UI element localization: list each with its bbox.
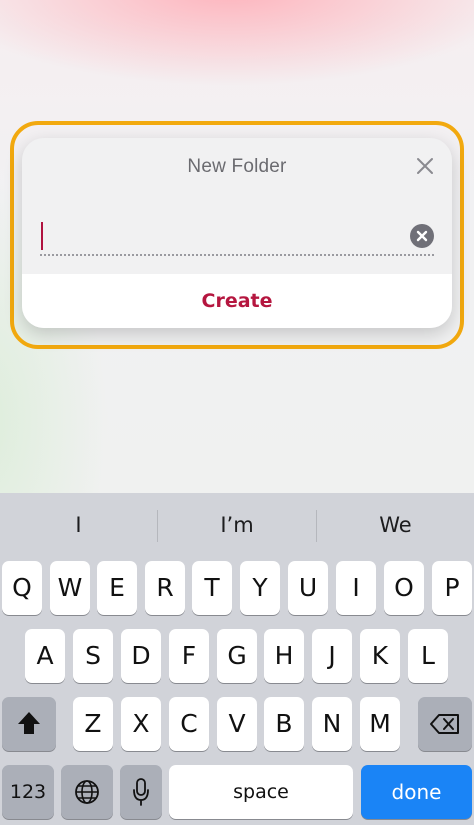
suggestion-1[interactable]: I [0,505,157,545]
key-w[interactable]: W [50,561,90,615]
key-f[interactable]: F [169,629,209,683]
key-d[interactable]: D [121,629,161,683]
backspace-key[interactable] [418,697,472,751]
key-u[interactable]: U [288,561,328,615]
backspace-icon [430,714,459,734]
key-h[interactable]: H [264,629,304,683]
folder-name-input[interactable] [40,218,434,256]
shift-key[interactable] [2,697,56,751]
key-o[interactable]: O [384,561,424,615]
key-k[interactable]: K [360,629,400,683]
key-t[interactable]: T [192,561,232,615]
create-button[interactable]: Create [22,274,452,328]
key-g[interactable]: G [217,629,257,683]
key-z[interactable]: Z [73,697,113,751]
key-s[interactable]: S [73,629,113,683]
dictation-key[interactable] [120,765,162,819]
microphone-icon [133,778,149,806]
key-l[interactable]: L [408,629,448,683]
new-folder-dialog: New Folder Create [22,138,452,328]
text-caret [41,222,43,250]
globe-key[interactable] [61,765,113,819]
key-b[interactable]: B [264,697,304,751]
key-m[interactable]: M [360,697,400,751]
numbers-key[interactable]: 123 [2,765,54,819]
globe-icon [75,780,99,804]
key-y[interactable]: Y [240,561,280,615]
suggestion-2[interactable]: I’m [158,505,316,545]
dialog-title: New Folder [187,156,287,177]
clear-text-icon [416,230,428,242]
done-key[interactable]: done [361,765,472,819]
clear-input-button[interactable] [410,224,434,248]
key-a[interactable]: A [25,629,65,683]
space-key[interactable]: space [169,765,353,819]
key-e[interactable]: E [97,561,137,615]
shift-icon [18,712,40,734]
key-q[interactable]: Q [2,561,42,615]
key-r[interactable]: R [145,561,185,615]
key-j[interactable]: J [312,629,352,683]
keyboard: I I’m We Q W E R T Y U I O P A S D F G H… [0,493,474,825]
suggestion-3[interactable]: We [317,505,474,545]
key-x[interactable]: X [121,697,161,751]
key-p[interactable]: P [432,561,472,615]
key-c[interactable]: C [169,697,209,751]
suggestion-bar: I I’m We [0,493,474,557]
key-n[interactable]: N [312,697,352,751]
key-v[interactable]: V [217,697,257,751]
close-button[interactable] [414,155,436,177]
close-icon [417,158,433,174]
key-i[interactable]: I [336,561,376,615]
